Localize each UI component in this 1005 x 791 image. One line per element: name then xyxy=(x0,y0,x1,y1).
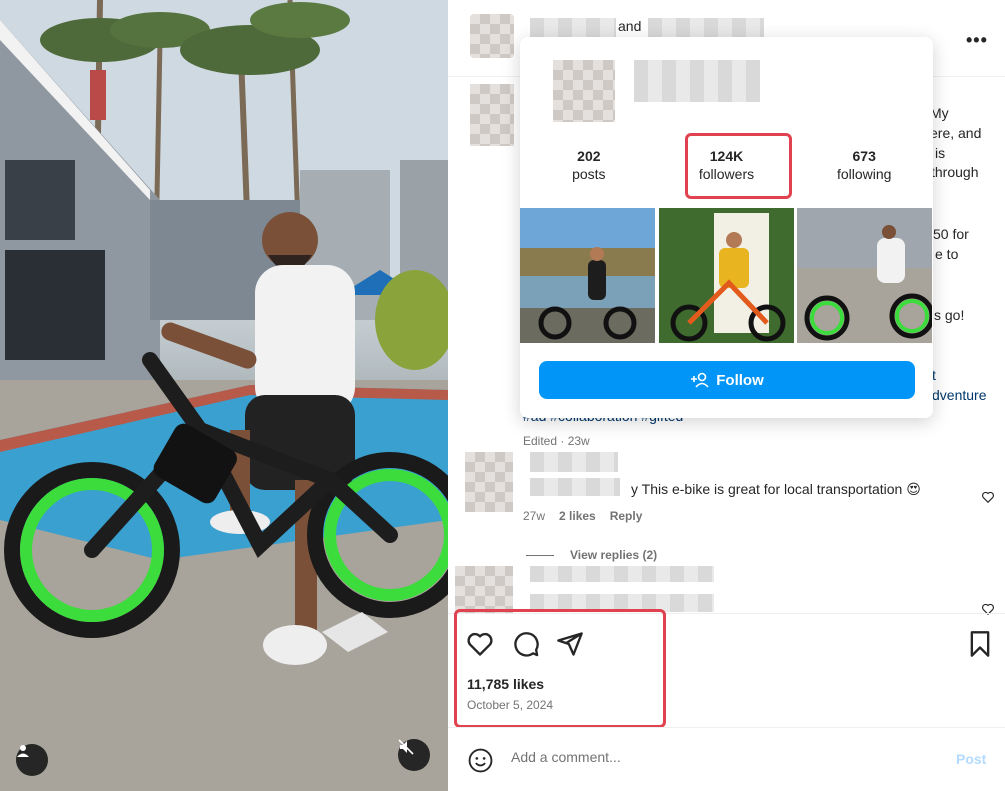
emoji-icon[interactable] xyxy=(468,748,493,773)
comment2-blurred xyxy=(530,566,714,582)
thumbnail-1[interactable] xyxy=(520,208,656,343)
followers-highlight-box xyxy=(685,133,792,199)
thumbnail-2-image xyxy=(658,208,794,343)
comment-heart-icon[interactable] xyxy=(981,490,995,504)
following-label: following xyxy=(836,166,892,182)
thumbnail-3-image xyxy=(797,208,933,343)
card-username-blurred[interactable] xyxy=(634,60,760,102)
instagram-post-view: and ••• My ere, and is through 50 for e … xyxy=(0,0,1005,791)
post-comment-button[interactable]: Post xyxy=(956,751,986,767)
caption-fragment-2: ere, and xyxy=(930,125,982,141)
stat-following[interactable]: 673 following xyxy=(795,147,933,183)
caption-edited-time: Edited · 23w xyxy=(523,434,590,448)
comment-likes[interactable]: 2 likes xyxy=(559,509,596,523)
comment-start-blurred xyxy=(530,478,620,496)
caption-fragment-3: is xyxy=(935,145,946,161)
actions-highlight-box xyxy=(454,609,666,728)
thumbnail-3[interactable] xyxy=(797,208,933,343)
caption-fragment-4: through xyxy=(931,164,979,180)
caption-avatar-blurred[interactable] xyxy=(470,84,514,146)
view-replies-label: View replies (2) xyxy=(570,548,658,562)
caption-fragment-5: 50 for xyxy=(933,226,969,242)
view-replies-line xyxy=(526,554,554,556)
commenter-name-blurred[interactable] xyxy=(530,452,618,472)
follow-button[interactable]: Follow xyxy=(539,361,915,399)
follow-user-icon xyxy=(691,372,709,388)
thumbnail-1-image xyxy=(520,208,655,343)
commenter-avatar-blurred[interactable] xyxy=(465,452,513,512)
user-tag-icon[interactable] xyxy=(16,744,48,776)
post-photo[interactable] xyxy=(0,0,448,791)
bookmark-icon[interactable] xyxy=(966,630,994,658)
view-replies-button[interactable]: View replies (2) xyxy=(526,548,657,562)
thumbnail-2[interactable] xyxy=(658,208,795,343)
commenter2-avatar-blurred[interactable] xyxy=(455,566,513,614)
post-photo-illustration xyxy=(0,0,448,791)
mute-icon[interactable] xyxy=(398,739,430,771)
posts-count: 202 xyxy=(577,148,601,164)
profile-thumbnails xyxy=(520,208,933,343)
author-avatar-blurred[interactable] xyxy=(470,14,514,58)
more-icon[interactable]: ••• xyxy=(966,30,988,51)
card-avatar-blurred[interactable] xyxy=(553,60,615,122)
follow-label: Follow xyxy=(716,371,764,389)
header-connector: and xyxy=(618,18,642,34)
caption-fragment-7: s go! xyxy=(934,307,965,323)
stat-posts[interactable]: 202 posts xyxy=(520,147,658,183)
add-comment-input[interactable] xyxy=(511,749,931,765)
following-count: 673 xyxy=(852,148,876,164)
caption-link-2[interactable]: dventure xyxy=(932,387,986,403)
comment-meta: 27w 2 likes Reply xyxy=(523,509,642,523)
comment-text: y This e-bike is great for local transpo… xyxy=(631,481,921,497)
profile-hover-card: 202 posts 124K followers 673 following F… xyxy=(520,37,933,418)
posts-label: posts xyxy=(572,166,606,182)
comment-reply-button[interactable]: Reply xyxy=(610,509,643,523)
comment-time: 27w xyxy=(523,509,546,523)
caption-fragment-6: e to xyxy=(935,246,959,262)
add-comment-bar: Post xyxy=(448,727,1005,791)
